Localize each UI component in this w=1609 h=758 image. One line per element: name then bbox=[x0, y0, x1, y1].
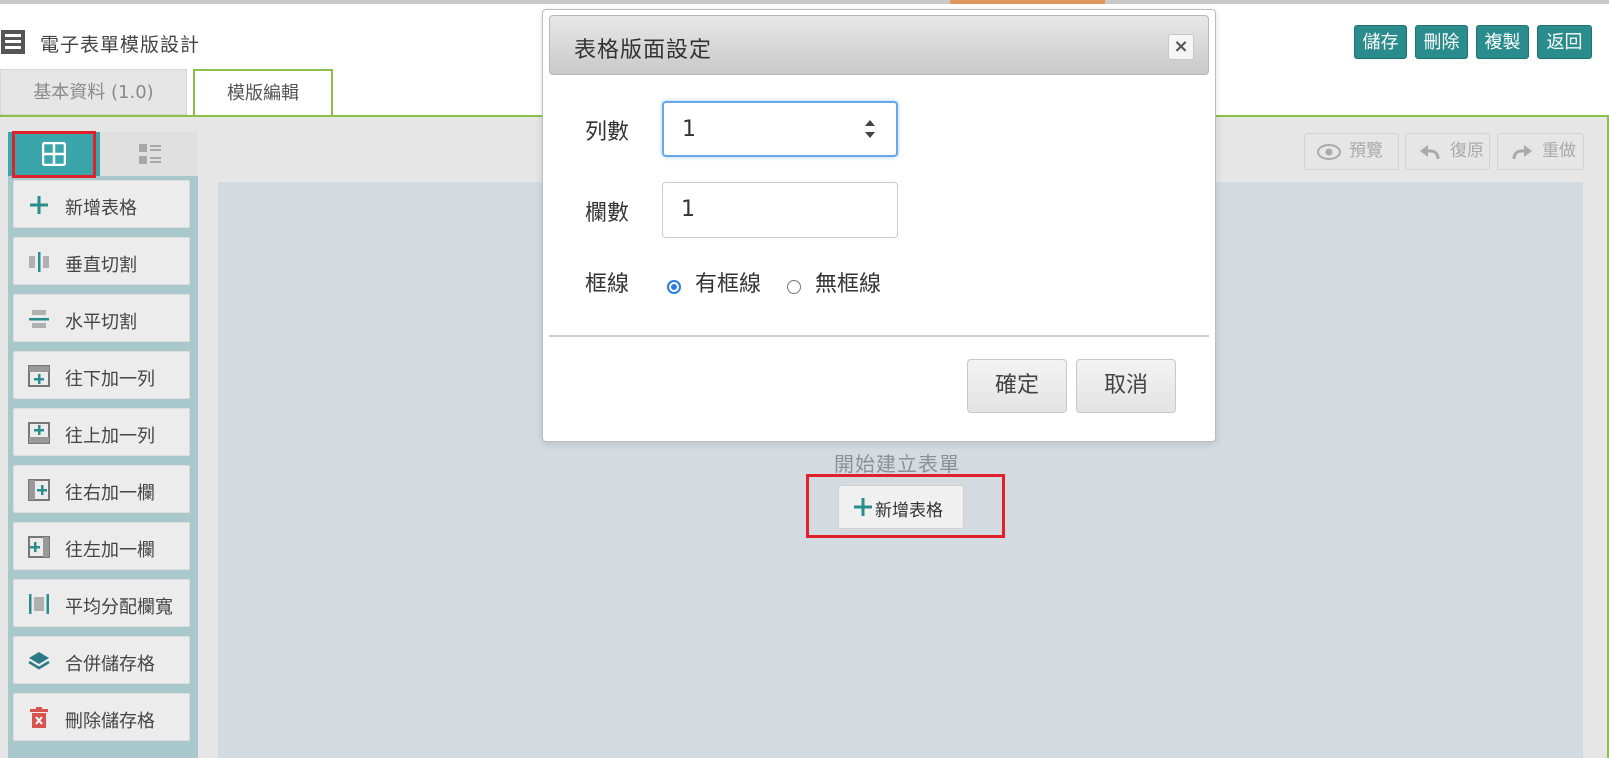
sidebar-item-label: 往下加一列 bbox=[65, 369, 155, 390]
close-button[interactable]: × bbox=[1168, 34, 1194, 60]
sidebar-item-add-table[interactable]: 新增表格 bbox=[13, 180, 190, 228]
redo-icon bbox=[1512, 145, 1532, 160]
spinner-icon[interactable] bbox=[860, 115, 880, 143]
merge-cells-icon bbox=[28, 652, 50, 670]
sidebar-item-label: 往上加一列 bbox=[65, 426, 155, 447]
table-layout-dialog: 表格版面設定 × 列數 1 欄數 1 框線 有框線 無框線 確定 取消 bbox=[542, 9, 1216, 442]
form-layout-icon bbox=[1, 30, 25, 54]
trash-icon bbox=[30, 707, 48, 728]
preview-label: 預覽 bbox=[1349, 141, 1383, 161]
distribute-columns-icon bbox=[29, 594, 49, 614]
cancel-button[interactable]: 取消 bbox=[1076, 359, 1176, 413]
list-icon bbox=[139, 144, 161, 164]
border-off-label: 無框線 bbox=[815, 272, 882, 297]
border-off-radio[interactable] bbox=[787, 280, 801, 294]
sidebar-item-add-row-below[interactable]: 往下加一列 bbox=[13, 351, 190, 399]
sidebar-item-label: 平均分配欄寬 bbox=[65, 597, 173, 618]
tab-basic-info[interactable]: 基本資料 (1.0) bbox=[0, 69, 187, 115]
undo-label: 復原 bbox=[1450, 141, 1484, 161]
dialog-title: 表格版面設定 bbox=[574, 38, 713, 63]
sidebar-item-add-column-left[interactable]: 往左加一欄 bbox=[13, 522, 190, 570]
app-title: 電子表單模版設計 bbox=[40, 34, 201, 56]
add-column-left-icon bbox=[28, 536, 50, 558]
sidebar-item-add-row-above[interactable]: 往上加一列 bbox=[13, 408, 190, 456]
undo-button[interactable]: 復原 bbox=[1405, 133, 1490, 170]
sidebar-item-label: 往右加一欄 bbox=[65, 483, 155, 504]
sidebar-item-label: 刪除儲存格 bbox=[65, 711, 155, 732]
vertical-split-icon bbox=[29, 252, 49, 272]
dialog-divider bbox=[549, 335, 1209, 337]
sidebar-item-distribute-columns[interactable]: 平均分配欄寬 bbox=[13, 579, 190, 627]
save-button[interactable]: 儲存 bbox=[1354, 25, 1407, 59]
plus-icon bbox=[30, 196, 48, 214]
dialog-header: 表格版面設定 × bbox=[549, 15, 1209, 75]
horizontal-split-icon bbox=[29, 310, 49, 328]
sidebar-item-horizontal-split[interactable]: 水平切割 bbox=[13, 294, 190, 342]
undo-icon bbox=[1420, 145, 1440, 160]
cols-label: 欄數 bbox=[585, 201, 630, 226]
add-column-right-icon bbox=[28, 479, 50, 501]
redo-button[interactable]: 重做 bbox=[1497, 133, 1584, 170]
cols-input[interactable]: 1 bbox=[662, 182, 898, 238]
redo-label: 重做 bbox=[1542, 141, 1576, 161]
border-on-radio[interactable] bbox=[667, 280, 681, 294]
sidebar-item-label: 垂直切割 bbox=[65, 255, 137, 276]
rows-input[interactable]: 1 bbox=[662, 101, 898, 157]
sidebar-item-label: 水平切割 bbox=[65, 312, 137, 333]
sidebar-item-delete-cells[interactable]: 刪除儲存格 bbox=[13, 693, 190, 741]
sidebar-tab-list[interactable] bbox=[100, 132, 198, 176]
sidebar-item-add-column-right[interactable]: 往右加一欄 bbox=[13, 465, 190, 513]
sidebar-item-vertical-split[interactable]: 垂直切割 bbox=[13, 237, 190, 285]
sidebar-item-label: 合併儲存格 bbox=[65, 654, 155, 675]
sidebar-item-label: 往左加一欄 bbox=[65, 540, 155, 561]
confirm-button[interactable]: 確定 bbox=[967, 359, 1067, 413]
close-icon: × bbox=[1173, 36, 1189, 57]
sidebar-item-label: 新增表格 bbox=[65, 198, 137, 219]
highlight-box-sidebar-tab bbox=[12, 131, 96, 178]
preview-button[interactable]: 預覽 bbox=[1304, 133, 1399, 170]
sidebar-item-merge-cells[interactable]: 合併儲存格 bbox=[13, 636, 190, 684]
back-button[interactable]: 返回 bbox=[1537, 25, 1592, 59]
rows-label: 列數 bbox=[585, 120, 630, 145]
cols-value: 1 bbox=[681, 197, 695, 222]
border-on-label: 有框線 bbox=[695, 272, 762, 297]
eye-icon bbox=[1317, 144, 1341, 160]
add-row-above-icon bbox=[28, 422, 50, 444]
highlight-box-add-table bbox=[806, 474, 1005, 538]
add-row-below-icon bbox=[28, 365, 50, 387]
copy-button[interactable]: 複製 bbox=[1476, 25, 1529, 59]
delete-button[interactable]: 刪除 bbox=[1415, 25, 1468, 59]
border-label: 框線 bbox=[585, 272, 630, 297]
rows-value: 1 bbox=[682, 117, 696, 142]
tab-template-edit[interactable]: 模版編輯 bbox=[193, 69, 333, 117]
start-form-label: 開始建立表單 bbox=[834, 452, 960, 476]
